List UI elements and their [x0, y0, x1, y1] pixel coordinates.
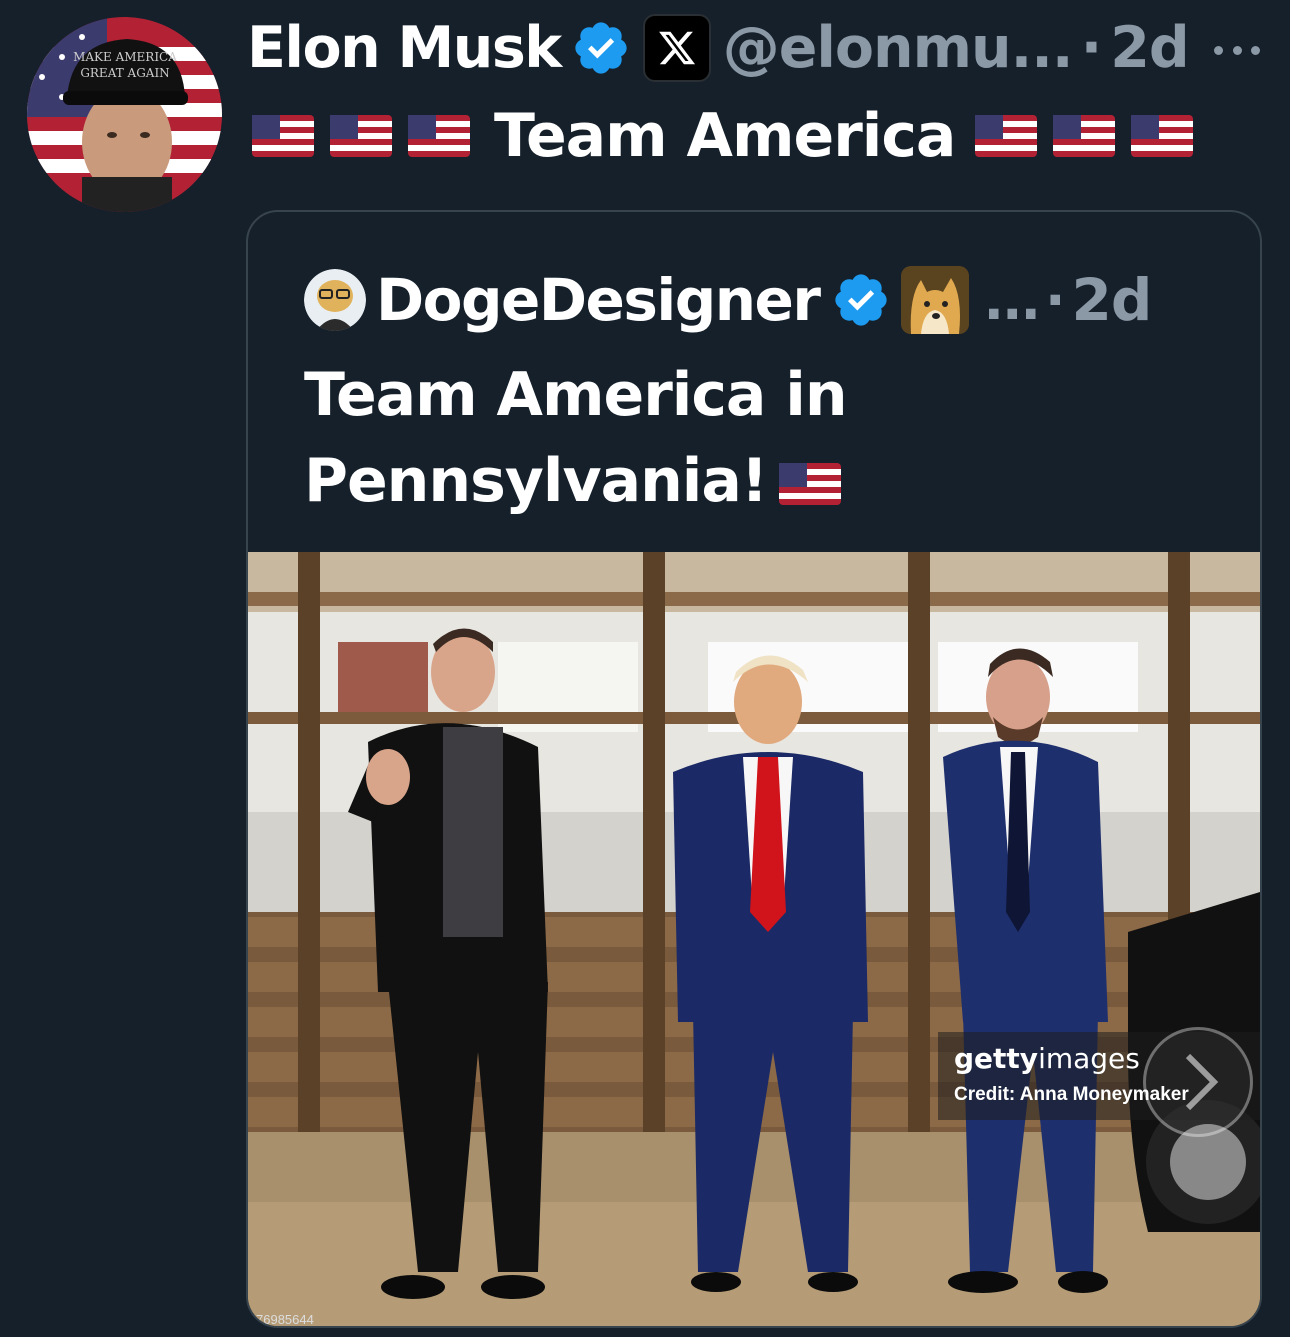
more-options-icon[interactable]	[1214, 44, 1260, 56]
quoted-tweet-text: Team America in Pennsylvania!	[304, 352, 924, 524]
us-flag-emoji-icon	[252, 115, 314, 157]
quoted-tweet-body: Team America in Pennsylvania!	[304, 360, 848, 516]
tweet-timestamp[interactable]: 2d	[1110, 15, 1189, 81]
tweet-media-image[interactable]: gettyimages Credit: Anna Moneymaker 7698…	[248, 552, 1260, 1327]
quoted-tweet-header: DogeDesigner ... · 2d	[304, 260, 1153, 340]
us-flag-emoji-icon	[975, 115, 1038, 157]
doge-affiliation-badge[interactable]	[901, 266, 970, 334]
us-flag-emoji-icon	[330, 115, 392, 157]
quoted-tweet-timestamp[interactable]: 2d	[1072, 266, 1153, 334]
separator-dot: ·	[1045, 268, 1066, 332]
us-flag-emoji-icon	[1131, 115, 1194, 157]
us-flag-emoji-icon	[1053, 115, 1116, 157]
verified-badge-icon[interactable]	[831, 270, 891, 330]
tweet-text-line: Team America	[252, 96, 1209, 176]
getty-logo: gettyimages	[954, 1042, 1140, 1075]
doge-icon	[901, 266, 970, 334]
tweet-header: Elon Musk @elonmu... · 2d	[247, 8, 1190, 88]
author-name[interactable]: Elon Musk	[247, 15, 562, 81]
us-flag-emoji-icon	[779, 463, 842, 506]
quoted-tweet-card[interactable]: DogeDesigner ... · 2d Team America in Pe…	[246, 210, 1262, 1328]
image-id-text: 76985644	[256, 1312, 314, 1327]
author-handle[interactable]: @elonmu...	[723, 15, 1074, 81]
us-flag-emoji-icon	[408, 115, 470, 157]
x-logo-icon	[658, 31, 695, 65]
tweet-body-text: Team America	[494, 101, 956, 171]
separator-dot: ·	[1080, 15, 1103, 81]
truncated-handle[interactable]: ...	[983, 269, 1041, 332]
author-avatar[interactable]: MAKE AMERICA GREAT AGAIN	[27, 17, 222, 212]
verified-badge-icon[interactable]	[571, 18, 631, 78]
quoted-author-name[interactable]: DogeDesigner	[376, 266, 821, 334]
hat-text: MAKE AMERICA	[73, 50, 177, 64]
x-affiliation-badge[interactable]	[642, 14, 711, 82]
next-image-arrow-icon[interactable]	[1143, 1027, 1253, 1137]
quoted-author-avatar[interactable]	[304, 269, 366, 331]
svg-text:GREAT AGAIN: GREAT AGAIN	[80, 66, 169, 80]
